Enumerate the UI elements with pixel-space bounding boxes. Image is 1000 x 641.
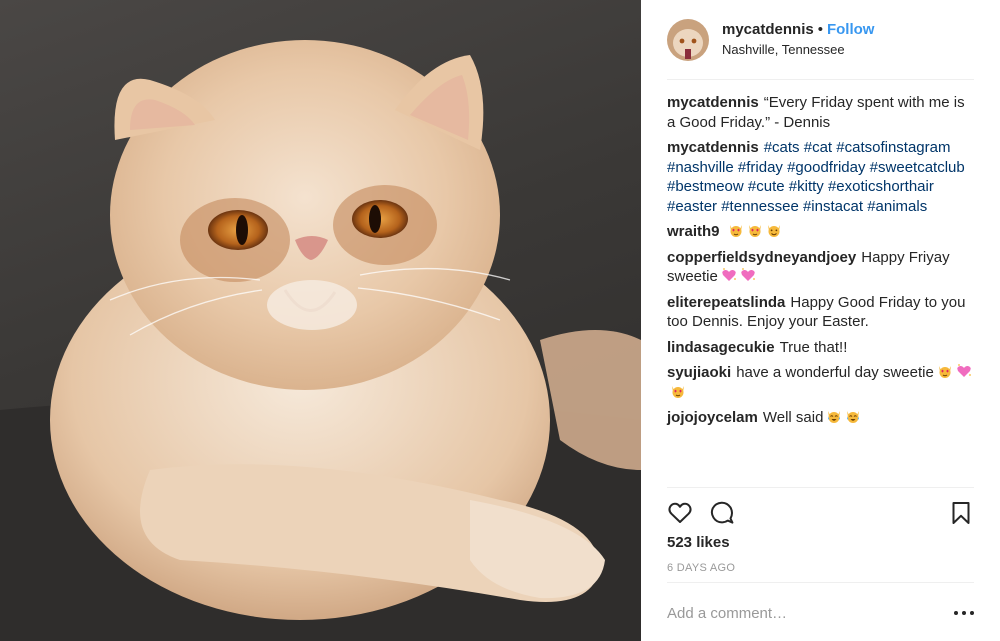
comment-username[interactable]: copperfieldsydneyandjoey [667,249,856,266]
comment-text: True that!! [779,338,848,356]
more-dot [970,611,974,615]
hashtag-link[interactable]: #goodfriday [787,159,865,176]
hashtag-link[interactable]: #cute [748,178,785,195]
post-photo[interactable] [0,0,641,641]
comment-username[interactable]: jojojoycelam [667,409,758,426]
hashtag-link[interactable]: #sweetcatclub [870,159,965,176]
hashtag-link[interactable]: #kitty [789,178,824,195]
heart-eyes-cat-emoji [672,385,684,398]
more-dot [954,611,958,615]
bookmark-icon[interactable] [948,500,974,526]
comment-username[interactable]: syujiaoki [667,364,731,381]
hashtag-link[interactable]: #animals [867,198,927,215]
hashtag-link[interactable]: #exoticshorthair [828,178,934,195]
cat-photo-image [0,40,641,641]
comment-username[interactable]: lindasagecukie [667,339,775,356]
comment-username[interactable]: wraith9 [667,223,720,240]
hashtag-link[interactable]: #cats [764,139,800,156]
post-header-top: mycatdennis • Follow [722,20,874,40]
more-options-icon[interactable] [954,608,974,618]
heart-eyes-cat-emoji [748,225,761,237]
post-side-panel: mycatdennis • Follow Nashville, Tennessee … [641,0,1000,641]
add-comment-input[interactable] [667,604,954,622]
speech-bubble-icon[interactable] [709,500,735,526]
comment-username[interactable]: mycatdennis [667,139,759,156]
sparkling-heart-emoji [957,364,971,377]
caption-username[interactable]: mycatdennis [667,94,759,111]
comment-text: Well said [762,409,824,426]
hashtag-link[interactable]: #friday [738,159,783,176]
post-location[interactable]: Nashville, Tennessee [722,40,874,60]
tears-of-joy-cat-emoji [828,411,841,423]
hashtag-comment: mycatdennis #cats #cat #catsofinstagram #… [667,138,974,216]
smiling-cat-emoji [767,225,780,237]
hashtag-link[interactable]: #instacat [803,198,863,215]
instagram-post: mycatdennis • Follow Nashville, Tennessee … [0,0,1000,641]
heart-eyes-cat-emoji [938,366,951,378]
comment: syujiaoki have a wonderful day sweetie [667,363,974,402]
comment: eliterepeatslinda Happy Good Friday to yo… [667,293,974,332]
comment: jojojoycelam Well said [667,408,974,428]
post-author-username[interactable]: mycatdennis [722,21,814,38]
hashtag-link[interactable]: #nashville [667,159,734,176]
comment-box-divider [667,582,974,583]
comment-text: have a wonderful day sweetie [736,364,934,381]
post-header: mycatdennis • Follow Nashville, Tennessee [667,0,974,80]
heart-outline-icon[interactable] [667,500,693,526]
sparkling-heart-emoji [741,268,755,281]
header-separator: • [817,20,823,38]
hashtag-link[interactable]: #catsofinstagram [836,139,950,156]
avatar-image [667,18,709,61]
hashtag-link[interactable]: #easter [667,198,717,215]
caption: mycatdennis “Every Friday spent with me i… [667,93,974,132]
likes-count[interactable]: 523 likes [667,534,730,551]
comment-username[interactable]: eliterepeatslinda [667,294,785,311]
actions-divider [667,487,974,488]
add-comment-bar [667,600,974,626]
post-timestamp[interactable]: 6 DAYS AGO [667,562,735,574]
more-dot [962,611,966,615]
comment: copperfieldsydneyandjoey Happy Friyay swe… [667,248,974,287]
comment: wraith9 [667,222,974,242]
hashtag-link[interactable]: #bestmeow [667,178,744,195]
hashtag-link[interactable]: #cat [804,139,832,156]
avatar[interactable] [667,18,709,61]
action-bar [667,498,974,528]
comments-list: mycatdennis “Every Friday spent with me i… [667,80,974,428]
heart-eyes-cat-emoji [729,225,742,237]
hashtag-link[interactable]: #tennessee [721,198,799,215]
comment: lindasagecukie True that!! [667,338,974,358]
follow-button[interactable]: Follow [827,21,875,38]
tears-of-joy-cat-emoji [847,411,860,423]
post-header-text: mycatdennis • Follow Nashville, Tennessee [722,20,874,60]
sparkling-heart-emoji [722,268,736,281]
